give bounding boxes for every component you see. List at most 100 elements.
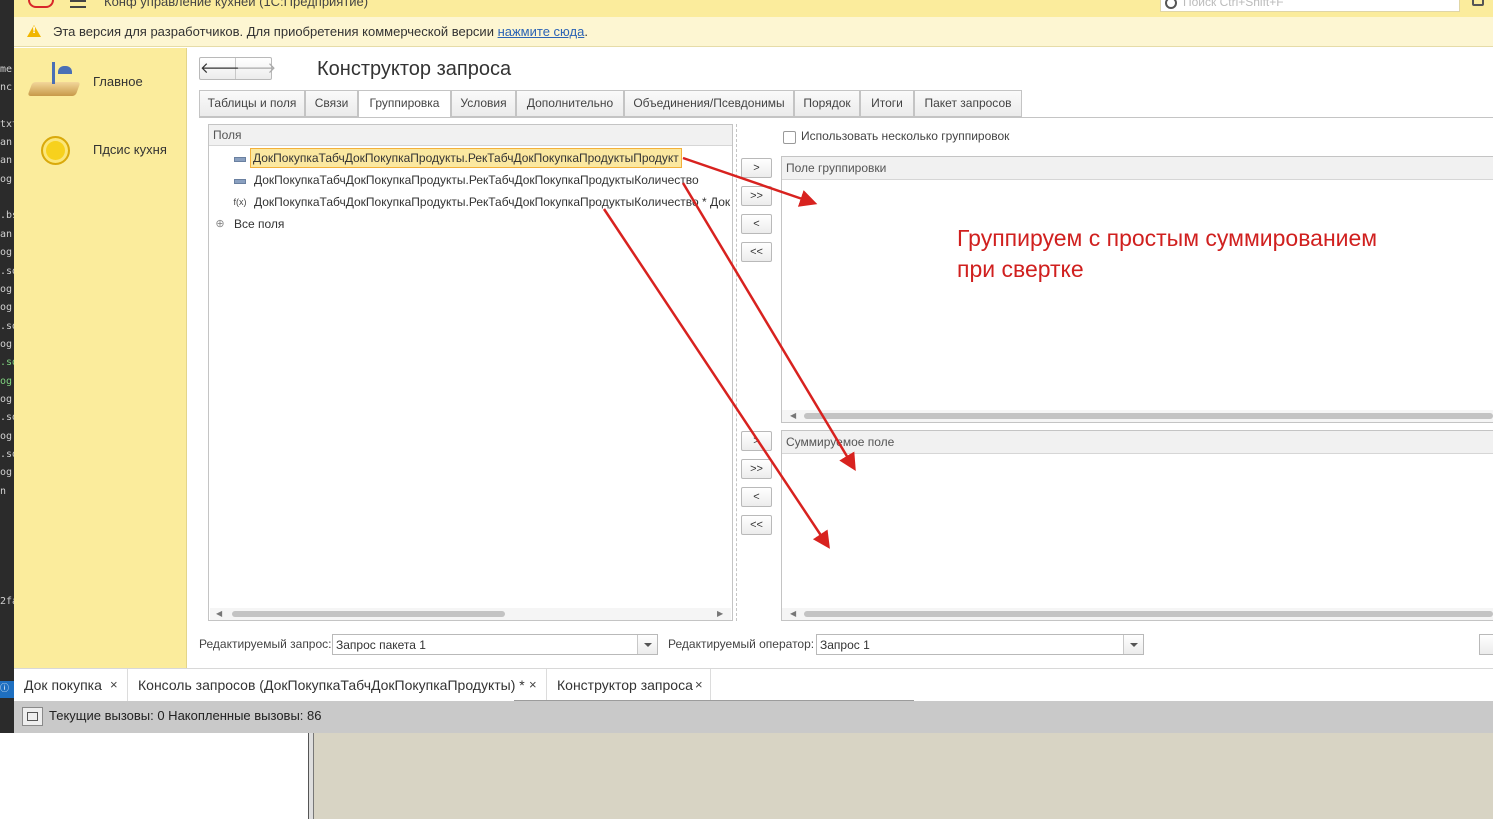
remove-all-grouping-fields-button[interactable]: <<	[741, 242, 772, 262]
tab-order[interactable]: Порядок	[794, 90, 860, 117]
expand-icon[interactable]: ⊕	[213, 214, 227, 234]
warning-suffix: .	[584, 24, 588, 39]
section-label: Пдсис кухня	[93, 142, 167, 157]
bg-code-fragment: og	[0, 431, 13, 442]
tab-tables-and-fields[interactable]: Таблицы и поля	[199, 90, 305, 117]
attribute-icon	[232, 170, 246, 190]
add-all-grouping-fields-button[interactable]: >>	[741, 186, 772, 206]
section-label: Главное	[93, 74, 143, 89]
annotation-line: при свертке	[957, 256, 1084, 282]
bg-code-fragment: .sd	[0, 266, 14, 277]
scroll-thumb[interactable]	[804, 611, 1493, 617]
tab-links[interactable]: Связи	[305, 90, 358, 117]
window-tab-label: Док покупка	[24, 677, 102, 693]
status-calls-text: Текущие вызовы: 0 Накопленные вызовы: 86	[49, 708, 322, 723]
scroll-left-icon[interactable]: ◀	[790, 410, 796, 422]
window-tab-label: Конструктор запроса	[557, 677, 693, 693]
grouping-field-header: Поле группировки	[782, 157, 1493, 180]
scroll-right-icon[interactable]: ▶	[717, 608, 723, 620]
bg-code-fragment: n	[0, 486, 7, 497]
remove-grouping-field-button[interactable]: <	[741, 214, 772, 234]
tab-conditions[interactable]: Условия	[451, 90, 516, 117]
checkbox-box[interactable]	[783, 131, 796, 144]
field-name: ДокПокупкаТабчДокПокупкаПродукты.РекТабч…	[254, 195, 731, 209]
field-row[interactable]: f(x) ДокПокупкаТабчДокПокупкаПродукты.Ре…	[209, 192, 732, 214]
bg-code-fragment: og	[0, 339, 13, 350]
tab-grouping[interactable]: Группировка	[358, 90, 451, 118]
fields-horizontal-scrollbar[interactable]: ◀ ▶	[210, 608, 731, 620]
bg-code-fragment: .bs	[0, 210, 14, 221]
windows-icon[interactable]	[22, 707, 43, 726]
checkbox-label: Использовать несколько группировок	[801, 129, 1010, 143]
grouping-fields-list[interactable]: Поле группировки ◀	[781, 156, 1493, 423]
main-menu-icon[interactable]	[70, 0, 86, 8]
notifications-bell-icon[interactable]	[1472, 0, 1484, 6]
app-title: Конф управление кухней (1С:Предприятие)	[104, 0, 369, 9]
desk-lamp-icon	[27, 62, 81, 100]
yellow-circle-icon	[41, 136, 70, 165]
tab-additional[interactable]: Дополнительно	[516, 90, 624, 117]
screen: me nc txt an an og .bs an og .sd og og .…	[0, 0, 1493, 819]
edited-query-value: Запрос пакета 1	[336, 638, 426, 652]
window-tab-label: Консоль запросов (ДокПокупкаТабчДокПокуп…	[138, 677, 525, 693]
chevron-down-icon[interactable]	[637, 635, 657, 654]
field-row[interactable]: ДокПокупкаТабчДокПокупкаПродукты.РекТабч…	[209, 170, 732, 192]
warning-text: Эта версия для разработчиков. Для приобр…	[53, 24, 588, 39]
field-row[interactable]: ДокПокупкаТабчДокПокупкаПродукты.РекТабч…	[209, 148, 732, 170]
scroll-left-icon[interactable]: ◀	[790, 608, 796, 620]
chevron-down-icon[interactable]	[1123, 635, 1143, 654]
developer-version-warning: Эта версия для разработчиков. Для приобр…	[14, 17, 1493, 47]
edited-query-select[interactable]: Запрос пакета 1	[332, 634, 658, 655]
tab-totals[interactable]: Итоги	[860, 90, 914, 117]
back-button[interactable]: 🡐	[200, 58, 240, 79]
annotation-text: Группируем с простым суммированием при с…	[957, 223, 1377, 285]
bg-code-fragment: .sd	[0, 449, 14, 460]
bg-code-fragment: og	[0, 394, 13, 405]
window-tab-purchase-doc[interactable]: Док покупка ×	[14, 669, 128, 702]
grouping-horizontal-scrollbar[interactable]: ◀	[782, 410, 1493, 422]
remove-summed-field-button[interactable]: <	[741, 487, 772, 507]
bg-code-fragment: txt	[0, 119, 14, 130]
scroll-thumb[interactable]	[804, 413, 1493, 419]
edited-operator-select[interactable]: Запрос 1	[816, 634, 1144, 655]
close-icon[interactable]: ×	[529, 669, 537, 701]
tab-query-batch[interactable]: Пакет запросов	[914, 90, 1022, 117]
summed-fields-list[interactable]: Суммируемое поле ◀	[781, 430, 1493, 621]
bg-code-fragment: og	[0, 284, 13, 295]
warning-message: Эта версия для разработчиков. Для приобр…	[53, 24, 498, 39]
bg-code-fragment: me	[0, 64, 13, 75]
section-item-main[interactable]: Главное	[14, 48, 187, 108]
purchase-link[interactable]: нажмите сюда	[498, 24, 585, 39]
window-tab-query-console[interactable]: Консоль запросов (ДокПокупкаТабчДокПокуп…	[128, 669, 547, 702]
section-item-kitchen[interactable]: Пдсис кухня	[14, 118, 187, 178]
search-placeholder: Поиск Ctrl+Shift+F	[1183, 0, 1284, 9]
add-summed-field-button[interactable]: >	[741, 431, 772, 451]
add-all-summed-fields-button[interactable]: >>	[741, 459, 772, 479]
query-action-button[interactable]	[1479, 634, 1493, 655]
status-divider	[514, 700, 914, 701]
forward-button[interactable]: 🡒	[236, 58, 276, 79]
close-icon[interactable]: ×	[110, 669, 118, 701]
remove-all-summed-fields-button[interactable]: <<	[741, 515, 772, 535]
field-name: ДокПокупкаТабчДокПокупкаПродукты.РекТабч…	[254, 173, 699, 187]
status-bar: Текущие вызовы: 0 Накопленные вызовы: 86	[14, 700, 1493, 733]
close-icon[interactable]: ×	[695, 669, 703, 701]
bg-code-fragment: og	[0, 376, 13, 387]
global-search-input[interactable]: Поиск Ctrl+Shift+F	[1160, 0, 1460, 12]
sections-panel: Главное Пдсис кухня	[14, 48, 187, 668]
function-icon: f(x)	[233, 197, 247, 207]
window-tab-query-constructor[interactable]: Конструктор запроса ×	[547, 669, 711, 702]
bg-code-fragment: .sd	[0, 412, 14, 423]
add-grouping-field-button[interactable]: >	[741, 158, 772, 178]
edited-query-label: Редактируемый запрос:	[199, 637, 332, 651]
tab-unions-aliases[interactable]: Объединения/Псевдонимы	[624, 90, 794, 117]
navigation-buttons: 🡐 🡒	[199, 57, 276, 80]
field-row[interactable]: ⊕ Все поля	[209, 214, 732, 236]
scroll-thumb[interactable]	[232, 611, 505, 617]
field-name: ДокПокупкаТабчДокПокупкаПродукты.РекТабч…	[250, 148, 682, 168]
bg-code-fragment: nc	[0, 82, 13, 93]
summed-horizontal-scrollbar[interactable]: ◀	[782, 608, 1493, 620]
panel-separator	[736, 124, 737, 621]
scroll-left-icon[interactable]: ◀	[216, 608, 222, 620]
fields-tree[interactable]: Поля ДокПокупкаТабчДокПокупкаПродукты.Ре…	[208, 124, 733, 621]
